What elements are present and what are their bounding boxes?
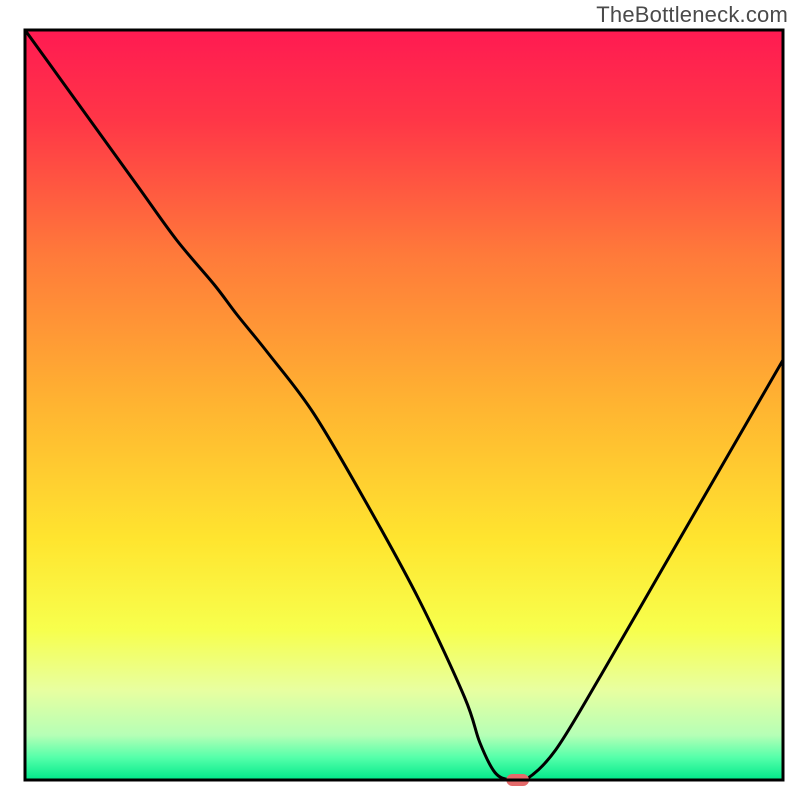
watermark-text: TheBottleneck.com xyxy=(596,2,788,28)
plot-area xyxy=(25,30,783,786)
gradient-background xyxy=(25,30,783,780)
bottleneck-chart xyxy=(0,0,800,800)
chart-container: TheBottleneck.com xyxy=(0,0,800,800)
